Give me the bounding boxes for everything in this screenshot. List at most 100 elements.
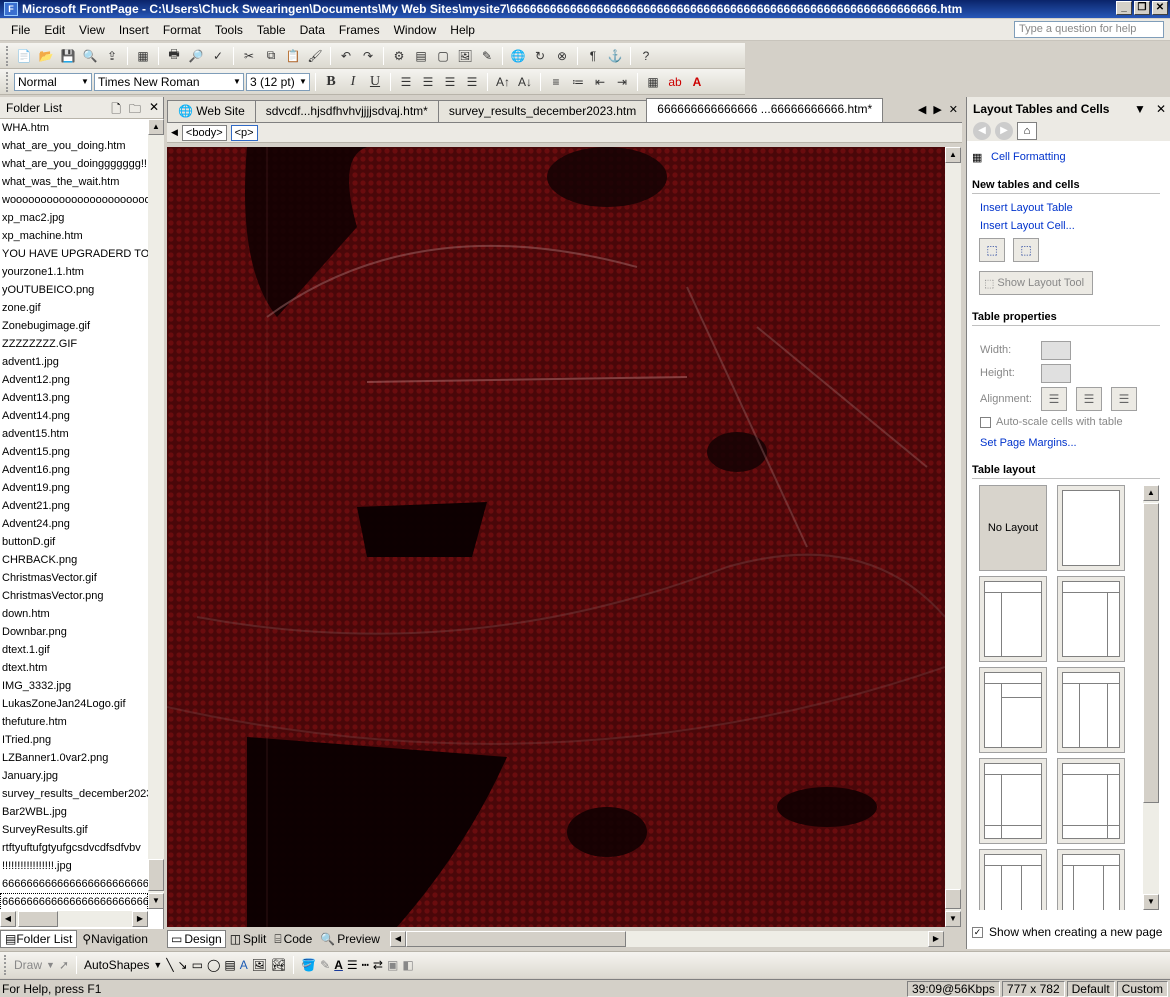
view-code-tab[interactable]: ⌸ Code [270, 930, 316, 949]
borders-icon[interactable]: ▦ [643, 72, 663, 92]
menu-frames[interactable]: Frames [332, 21, 387, 39]
forward-icon[interactable]: ▶ [995, 122, 1013, 140]
file-list-item[interactable]: thefuture.htm [0, 713, 148, 731]
insert-table-icon[interactable]: ▤ [411, 46, 431, 66]
file-list-item[interactable]: Advent13.png [0, 389, 148, 407]
hscrollbar-thumb[interactable] [18, 911, 58, 927]
help-search-input[interactable]: Type a question for help [1014, 21, 1164, 38]
file-list-item[interactable]: buttonD.gif [0, 533, 148, 551]
redo-icon[interactable]: ↷ [358, 46, 378, 66]
file-list-item[interactable]: Downbar.png [0, 623, 148, 641]
file-list-item[interactable]: what_was_the_wait.htm [0, 173, 148, 191]
status-mode-custom[interactable]: Custom [1116, 981, 1168, 997]
hscrollbar-track[interactable] [625, 931, 928, 947]
file-list-item[interactable]: dtext.htm [0, 659, 148, 677]
line-color-icon[interactable]: ✎ [320, 958, 330, 972]
tab-web-site[interactable]: 🌐 Web Site [167, 100, 256, 122]
draw-menu[interactable]: Draw [14, 958, 42, 972]
insert-picture-icon[interactable]: 🖼 [455, 46, 475, 66]
new-page-icon[interactable]: 🗋 [111, 100, 121, 121]
folder-list-scrollbar[interactable]: ▲ ▼ [148, 119, 164, 909]
scroll-up-icon[interactable]: ▲ [1143, 485, 1159, 501]
picture-icon[interactable]: 🏞 [271, 958, 286, 972]
file-list-item[interactable]: zone.gif [0, 299, 148, 317]
menu-file[interactable]: File [4, 21, 37, 39]
close-pane-icon[interactable]: ✕ [149, 100, 159, 121]
scroll-down-icon[interactable]: ▼ [945, 911, 961, 927]
file-list-item[interactable]: Advent14.png [0, 407, 148, 425]
file-list-item[interactable]: Bar2WBL.jpg [0, 803, 148, 821]
menu-tools[interactable]: Tools [208, 21, 250, 39]
file-list-item[interactable]: Advent24.png [0, 515, 148, 533]
show-layout-tool-button[interactable]: ⬚ Show Layout Tool [979, 271, 1093, 295]
align-center-icon[interactable]: ☰ [418, 72, 438, 92]
file-list-item[interactable]: Advent15.png [0, 443, 148, 461]
layout-option-3[interactable] [1057, 576, 1125, 662]
find-icon[interactable]: 🔍 [80, 46, 100, 66]
menu-window[interactable]: Window [387, 21, 444, 39]
menu-view[interactable]: View [72, 21, 112, 39]
layout-option-5[interactable] [1057, 667, 1125, 753]
view-preview-tab[interactable]: 🔍 Preview [316, 930, 384, 948]
show-all-icon[interactable]: ¶ [583, 46, 603, 66]
menu-format[interactable]: Format [156, 21, 208, 39]
layout-option-9[interactable] [1057, 849, 1125, 910]
align-left-icon[interactable]: ☰ [1041, 387, 1067, 411]
layout-gallery-scrollbar[interactable]: ▲ ▼ [1143, 485, 1159, 910]
draw-layout-cell-icon[interactable]: ⬚ [1013, 238, 1039, 262]
status-mode-default[interactable]: Default [1066, 981, 1115, 997]
file-list-item[interactable]: 6666666666666666666666666 [0, 893, 148, 909]
wordart-icon[interactable]: A [240, 958, 248, 972]
file-list-item[interactable]: what_are_you_doinggggggg!! [0, 155, 148, 173]
close-document-icon[interactable]: ✕ [949, 103, 958, 116]
layout-no-layout[interactable]: No Layout [979, 485, 1047, 571]
save-icon[interactable]: 💾 [58, 46, 78, 66]
file-list-item[interactable]: woooooooooooooooooooooooo [0, 191, 148, 209]
file-list-item[interactable]: survey_results_december2023 [0, 785, 148, 803]
italic-button[interactable]: I [343, 72, 363, 92]
file-list-item[interactable]: CHRBACK.png [0, 551, 148, 569]
task-pane-menu-icon[interactable]: ▼ [1134, 102, 1146, 116]
copy-icon[interactable]: ⧉ [261, 46, 281, 66]
file-list-item[interactable]: Advent16.png [0, 461, 148, 479]
web-component-icon[interactable]: ⚙ [389, 46, 409, 66]
align-right-icon[interactable]: ☰ [1111, 387, 1137, 411]
bold-button[interactable]: B [321, 72, 341, 92]
hyperlink-icon[interactable]: 🌐 [508, 46, 528, 66]
layout-option-8[interactable] [979, 849, 1047, 910]
refresh-icon[interactable]: ↻ [530, 46, 550, 66]
file-list-item[interactable]: Advent19.png [0, 479, 148, 497]
height-field[interactable] [1041, 364, 1071, 383]
scroll-down-icon[interactable]: ▼ [148, 893, 164, 909]
open-icon[interactable]: 📂 [36, 46, 56, 66]
menu-help[interactable]: Help [443, 21, 482, 39]
file-list-item[interactable]: advent15.htm [0, 425, 148, 443]
scrollbar-thumb[interactable] [1143, 503, 1159, 803]
file-list-item[interactable]: Advent21.png [0, 497, 148, 515]
file-list-item[interactable]: yourzone1.1.htm [0, 263, 148, 281]
file-list-item[interactable]: Advent12.png [0, 371, 148, 389]
autoscale-checkbox-box[interactable] [980, 416, 991, 428]
insert-layout-cell-link[interactable]: Insert Layout Cell... [980, 220, 1075, 232]
file-list-item[interactable]: down.htm [0, 605, 148, 623]
style-select[interactable]: Normal ▼ [14, 72, 92, 91]
file-list-item[interactable]: what_are_you_doing.htm [0, 137, 148, 155]
underline-button[interactable]: U [365, 72, 385, 92]
tab-prev-icon[interactable]: ◀ [918, 103, 926, 116]
print-icon[interactable]: 🖶 [164, 46, 184, 66]
oval-icon[interactable]: ◯ [207, 958, 220, 972]
3d-icon[interactable]: ◧ [402, 958, 413, 972]
layout-option-6[interactable] [979, 758, 1047, 844]
menu-table[interactable]: Table [250, 21, 293, 39]
dash-style-icon[interactable]: ┅ [362, 958, 369, 972]
toolbar-grip[interactable] [6, 45, 10, 66]
layout-option-2[interactable] [979, 576, 1047, 662]
cell-formatting-link[interactable]: Cell Formatting [991, 151, 1066, 163]
minimize-button[interactable]: _ [1116, 1, 1132, 15]
layout-option-1[interactable] [1057, 485, 1125, 571]
scroll-up-icon[interactable]: ▲ [945, 147, 961, 163]
file-list-item[interactable]: ChristmasVector.gif [0, 569, 148, 587]
file-list-item[interactable]: LukasZoneJan24Logo.gif [0, 695, 148, 713]
new-page-icon[interactable]: 📄 [14, 46, 34, 66]
scrollbar-thumb[interactable] [945, 889, 961, 909]
